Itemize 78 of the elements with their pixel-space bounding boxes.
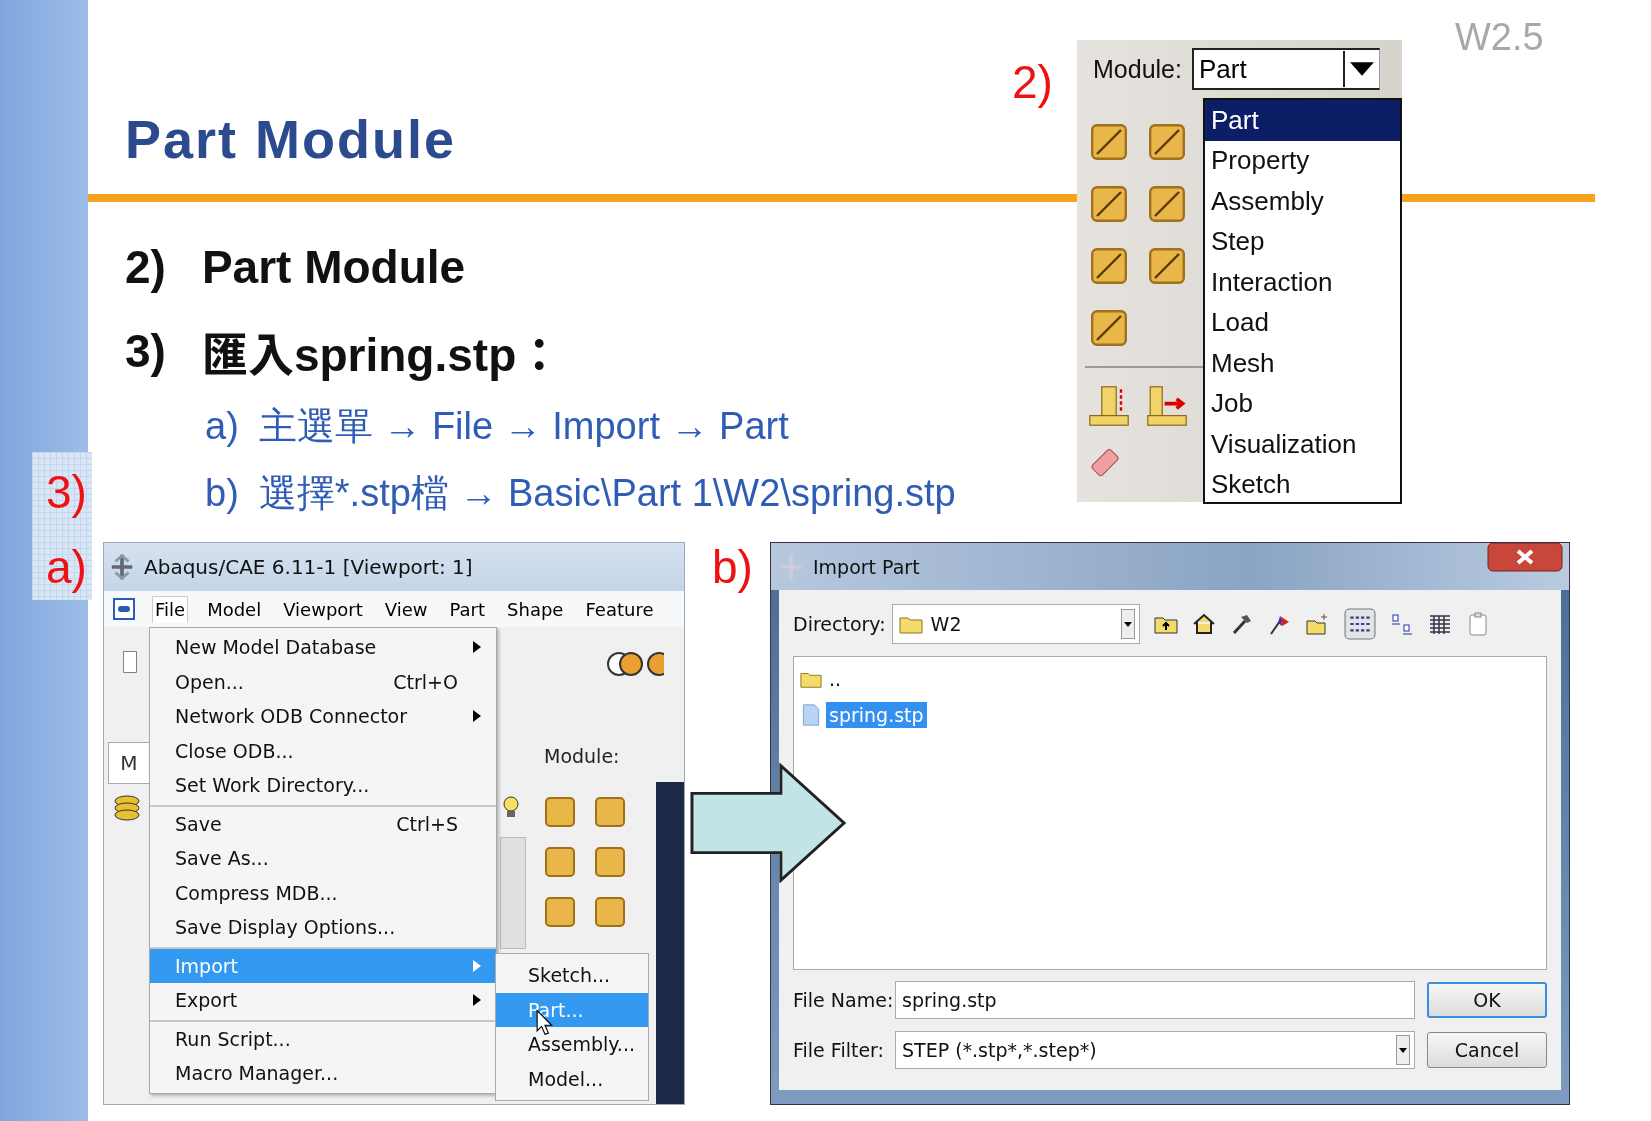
- step-text: Part Module: [201, 240, 466, 294]
- menu-entry[interactable]: Save Ctrl+S: [150, 804, 496, 841]
- menu-entry[interactable]: Macro Manager...: [150, 1056, 496, 1091]
- step-text: 匯入spring.stp：: [201, 328, 563, 383]
- list-view-icon[interactable]: [1343, 608, 1376, 640]
- details-view-icon[interactable]: [1427, 612, 1452, 636]
- submenu-arrow-icon: [472, 958, 482, 973]
- close-button[interactable]: [1487, 543, 1563, 573]
- dialog-title: Import Part: [813, 555, 920, 578]
- menu-entry[interactable]: Model...: [496, 1061, 648, 1096]
- menu-entry[interactable]: Compress MDB...: [150, 875, 496, 910]
- callout-label: a): [46, 540, 87, 594]
- menu-item[interactable]: Part: [446, 595, 489, 623]
- circles-icon[interactable]: [604, 649, 664, 679]
- directory-label: Directory:: [793, 613, 886, 635]
- window-title: Abaqus/CAE 6.11-1 [Viewport: 1]: [144, 555, 473, 579]
- module-option[interactable]: Mesh: [1205, 343, 1400, 384]
- menu-item[interactable]: File: [152, 595, 189, 623]
- substep-letter: a): [205, 405, 239, 448]
- side-tab[interactable]: M: [108, 742, 150, 784]
- substep-text: 選擇*.stp檔 → Basic\Part 1\W2\spring.stp: [258, 471, 956, 516]
- module-option[interactable]: Step: [1205, 221, 1400, 262]
- ok-button[interactable]: OK: [1427, 982, 1547, 1018]
- callout-label: 2): [1012, 55, 1053, 109]
- menu-entry[interactable]: Sketch...: [496, 958, 648, 993]
- callout-label: 3): [46, 465, 87, 519]
- module-label: Module:: [1093, 54, 1182, 84]
- menu-entry[interactable]: Open... Ctrl+O: [150, 664, 496, 699]
- caret-icon: [1120, 609, 1135, 639]
- substep-letter: b): [205, 472, 239, 515]
- menu-item[interactable]: Model: [204, 595, 265, 623]
- new-folder-icon[interactable]: [1305, 612, 1330, 636]
- menu-entry[interactable]: Close ODB...: [150, 733, 496, 768]
- module-option[interactable]: Load: [1205, 302, 1400, 343]
- caret-icon: [1396, 1035, 1410, 1065]
- menu-entry[interactable]: Save As...: [150, 841, 496, 876]
- module-option[interactable]: Sketch: [1205, 464, 1400, 502]
- scroll-bar[interactable]: [500, 837, 526, 949]
- icons-view-icon[interactable]: [1389, 612, 1414, 636]
- module-option[interactable]: Property: [1205, 140, 1400, 181]
- submenu-arrow-icon: [472, 993, 482, 1008]
- menu-item[interactable]: Viewport: [280, 595, 366, 623]
- slide-title: Part Module: [125, 108, 457, 170]
- file-name-field[interactable]: spring.stp: [895, 981, 1415, 1019]
- menu-item[interactable]: View: [381, 595, 431, 623]
- file-icon: [800, 704, 822, 726]
- module-label: Module:: [544, 745, 620, 767]
- menu-entry[interactable]: Set Work Directory...: [150, 768, 496, 803]
- arrow-icon: [690, 763, 848, 883]
- version-label: W2.5: [1455, 16, 1544, 59]
- module-option[interactable]: Part: [1205, 100, 1400, 141]
- menu-entry[interactable]: New Model Database: [150, 630, 496, 665]
- substep-text: 主選單 → File → Import → Part: [258, 404, 789, 449]
- module-option[interactable]: Assembly: [1205, 181, 1400, 222]
- menu-entry[interactable]: Assembly...: [496, 1027, 648, 1062]
- window-menu-icon[interactable]: [112, 597, 136, 621]
- submenu-arrow-icon: [472, 709, 482, 724]
- menu-item[interactable]: Feature: [582, 595, 657, 623]
- step-number: 3): [125, 324, 166, 378]
- module-option[interactable]: Interaction: [1205, 262, 1400, 303]
- folder-icon: [898, 614, 923, 634]
- submenu-arrow-icon: [472, 640, 482, 655]
- file-entry[interactable]: ..: [826, 666, 845, 692]
- menu-entry[interactable]: Save Display Options...: [150, 910, 496, 945]
- callout-label: b): [712, 540, 753, 594]
- module-dropdown[interactable]: Part: [1191, 48, 1380, 90]
- directory-dropdown[interactable]: W2: [891, 604, 1140, 644]
- menu-entry[interactable]: Network ODB Connector: [150, 699, 496, 734]
- file-filter-dropdown[interactable]: STEP (*.stp*,*.step*): [895, 1031, 1415, 1069]
- home-icon[interactable]: [1191, 612, 1216, 636]
- module-option[interactable]: Job: [1205, 383, 1400, 424]
- menu-item[interactable]: Shape: [504, 595, 567, 623]
- database-icon: [112, 792, 142, 824]
- file-filter-label: File Filter:: [793, 1039, 885, 1061]
- step-number: 2): [125, 240, 166, 294]
- cancel-button[interactable]: Cancel: [1427, 1032, 1547, 1068]
- menu-entry[interactable]: Export: [150, 983, 496, 1018]
- module-option[interactable]: Visualization: [1205, 424, 1400, 465]
